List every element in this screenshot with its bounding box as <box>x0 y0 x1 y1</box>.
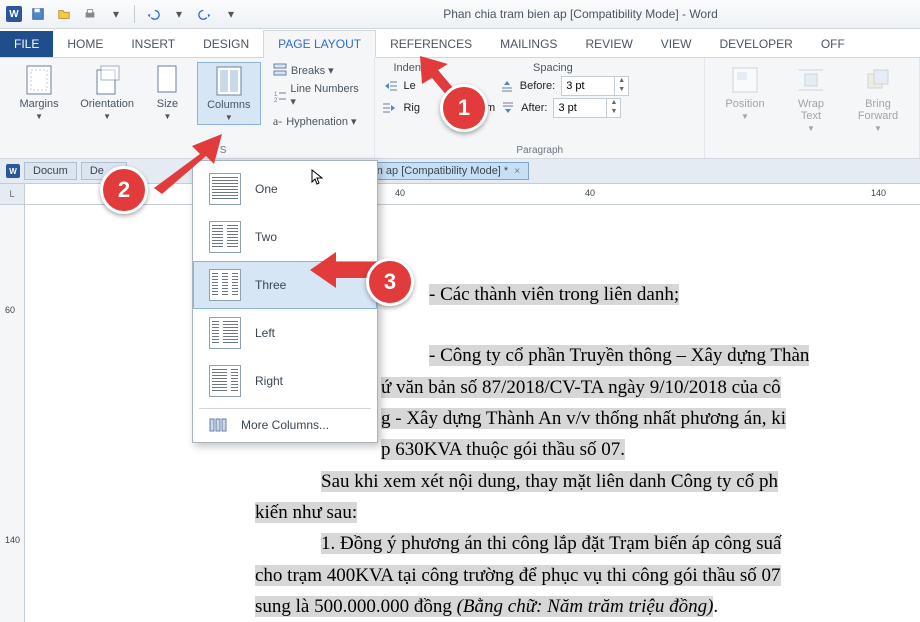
spacing-after-icon <box>501 101 515 115</box>
tab-view[interactable]: VIEW <box>647 31 706 57</box>
close-icon[interactable]: × <box>514 166 520 177</box>
bring-forward-label: Bring Forward <box>849 98 907 122</box>
vertical-ruler[interactable]: 60 140 <box>0 205 25 622</box>
columns-more[interactable]: More Columns... <box>193 412 377 438</box>
spacing-before-icon <box>500 79 514 93</box>
spacing-before-input[interactable]: ▲▼ <box>561 76 629 96</box>
word-icon: W <box>6 164 20 178</box>
text-line: . <box>713 596 718 617</box>
wrap-text-label: Wrap Text <box>787 98 835 122</box>
orientation-label: Orientation <box>80 98 134 110</box>
undo-more-icon[interactable]: ▾ <box>169 4 189 24</box>
callout-2: 2 <box>100 166 148 214</box>
orientation-icon <box>91 64 123 96</box>
title-bar: W ▾ ▾ ▾ Phan chia tram bien ap [Compatib… <box>0 0 920 29</box>
svg-text:2: 2 <box>274 98 278 103</box>
callout-3: 3 <box>366 258 414 306</box>
text-line: sung là 500.000.000 đồng <box>255 596 457 617</box>
text-line: - Các thành viên trong liên danh; <box>429 284 679 305</box>
indent-left-icon <box>383 79 397 93</box>
columns-right[interactable]: Right <box>193 357 377 405</box>
paragraph-group-label: Paragraph <box>383 143 696 156</box>
hyphenation-label: Hyphenation ▾ <box>286 115 356 128</box>
ruler-corner: L <box>0 184 25 204</box>
wrap-text-icon <box>795 64 827 96</box>
size-label: Size <box>157 98 178 110</box>
text-line: p 630KVA thuộc gói thầu số 07. <box>381 439 625 460</box>
line-numbers-button[interactable]: 12Line Numbers ▾ <box>271 82 367 109</box>
bring-forward-button: Bring Forward▼ <box>845 62 911 135</box>
qat-more-icon[interactable]: ▾ <box>221 4 241 24</box>
wrap-text-button: Wrap Text▼ <box>783 62 839 135</box>
text-line: ứ văn bản số 87/2018/CV-TA ngày 9/10/201… <box>381 377 781 398</box>
spacing-after-input[interactable]: ▲▼ <box>553 98 621 118</box>
position-icon <box>729 64 761 96</box>
breaks-label: Breaks ▾ <box>291 64 334 77</box>
callout-1: 1 <box>440 84 488 132</box>
redo-icon[interactable] <box>195 4 215 24</box>
columns-left[interactable]: Left <box>193 309 377 357</box>
columns-label: Columns <box>207 99 250 111</box>
text-line-italic: (Bằng chữ: Năm trăm triệu đồng) <box>457 596 714 617</box>
document-page[interactable]: - Các thành viên trong liên danh; - Công… <box>25 205 920 622</box>
margins-icon <box>23 64 55 96</box>
margins-button[interactable]: Margins ▼ <box>8 62 70 123</box>
text-line: Sau khi xem xét nội dung, thay mặt liên … <box>321 471 778 492</box>
size-button[interactable]: Size ▼ <box>144 62 191 123</box>
tab-developer[interactable]: DEVELOPER <box>705 31 806 57</box>
tab-mailings[interactable]: MAILINGS <box>486 31 571 57</box>
tab-page-layout[interactable]: PAGE LAYOUT <box>263 30 376 58</box>
breaks-button[interactable]: Breaks ▾ <box>271 62 367 78</box>
bring-forward-icon <box>862 64 894 96</box>
hyphenation-button[interactable]: a-Hyphenation ▾ <box>271 113 367 130</box>
tab-insert[interactable]: INSERT <box>117 31 189 57</box>
quick-customize-icon[interactable]: ▾ <box>106 4 126 24</box>
orientation-button[interactable]: Orientation ▼ <box>76 62 138 123</box>
text-line: 1. Đồng ý phương án thi công lắp đặt Trạ… <box>321 533 781 554</box>
columns-dropdown: One Two Three Left Right More Columns... <box>192 160 378 443</box>
text-line: - Công ty cổ phần Truyền thông – Xây dựn… <box>429 345 809 366</box>
line-numbers-label: Line Numbers ▾ <box>290 83 364 108</box>
columns-icon <box>213 65 245 97</box>
margins-label: Margins <box>19 98 58 110</box>
doc-tab-1[interactable]: Docum <box>24 162 77 180</box>
indent-right-icon <box>383 101 397 115</box>
text-line: kiến như sau: <box>255 502 357 523</box>
spacing-before-label: Before: <box>520 80 555 92</box>
tab-office[interactable]: OFF <box>807 31 859 57</box>
word-icon: W <box>6 6 22 22</box>
spacing-heading: Spacing <box>533 62 573 74</box>
window-title: Phan chia tram bien ap [Compatibility Mo… <box>247 7 914 21</box>
text-line: g - Xây dựng Thành An v/v thống nhất phư… <box>381 408 786 429</box>
columns-button[interactable]: Columns ▼ <box>197 62 261 125</box>
undo-icon[interactable] <box>143 4 163 24</box>
position-button: Position▼ <box>713 62 777 123</box>
print-icon[interactable] <box>80 4 100 24</box>
tab-file[interactable]: FILE <box>0 31 53 57</box>
tab-review[interactable]: REVIEW <box>571 31 646 57</box>
tab-design[interactable]: DESIGN <box>189 31 263 57</box>
open-icon[interactable] <box>54 4 74 24</box>
size-icon <box>151 64 183 96</box>
save-icon[interactable] <box>28 4 48 24</box>
tab-home[interactable]: HOME <box>53 31 117 57</box>
text-line: cho trạm 400KVA tại công trường để phục … <box>255 565 781 586</box>
spacing-after-label: After: <box>521 102 547 114</box>
position-label: Position <box>725 98 764 110</box>
callout-arrow-2 <box>138 130 228 200</box>
